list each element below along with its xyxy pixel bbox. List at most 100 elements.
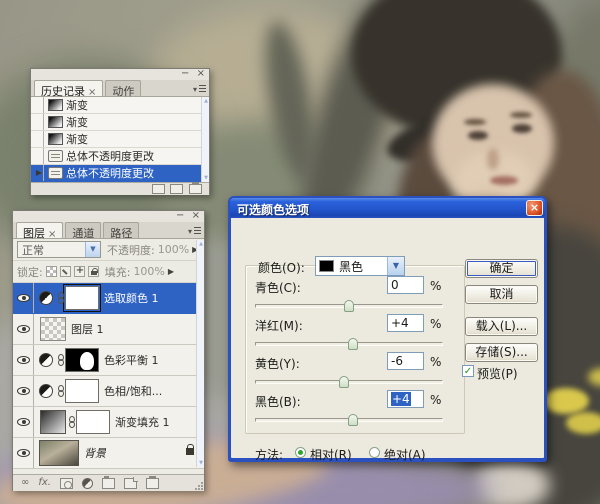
layer-row-color-balance[interactable]: 色彩平衡 1 xyxy=(13,345,204,376)
lock-all-icon[interactable] xyxy=(88,266,99,277)
save-button[interactable]: 存储(S)... xyxy=(465,343,538,362)
adjustment-layer-icon[interactable] xyxy=(39,353,53,367)
history-source-cell[interactable] xyxy=(31,97,44,113)
close-icon[interactable]: × xyxy=(192,210,202,221)
fill-value[interactable]: 100% xyxy=(133,265,164,278)
visibility-cell[interactable] xyxy=(13,376,34,406)
tab-layers[interactable]: 图层× xyxy=(16,222,63,238)
tab-paths[interactable]: 路径 xyxy=(103,222,139,238)
eye-icon[interactable] xyxy=(17,449,30,457)
eye-icon[interactable] xyxy=(17,418,30,426)
layer-row-gradient-fill[interactable]: 渐变填充 1 xyxy=(13,407,204,438)
slider-thumb[interactable] xyxy=(348,338,358,350)
relative-radio-label[interactable]: 相对(R) xyxy=(310,446,352,463)
new-group-icon[interactable] xyxy=(102,478,115,489)
history-source-cell[interactable] xyxy=(31,148,44,164)
tab-channels[interactable]: 通道 xyxy=(65,222,101,238)
link-layers-icon[interactable]: ∞ xyxy=(21,478,29,488)
cancel-button[interactable]: 取消 xyxy=(465,285,538,304)
layer-style-fx-icon[interactable]: fx. xyxy=(38,478,51,488)
panel-menu-icon[interactable]: ▾ xyxy=(188,225,202,236)
lock-position-icon[interactable] xyxy=(74,266,85,277)
magenta-field[interactable]: +4 xyxy=(387,314,424,332)
visibility-cell[interactable] xyxy=(13,283,34,313)
history-row[interactable]: 渐变 xyxy=(31,114,209,131)
layer-row-selective-color[interactable]: 选取颜色 1 xyxy=(13,283,204,314)
chevron-down-icon[interactable]: ▼ xyxy=(387,257,404,275)
visibility-cell[interactable] xyxy=(13,407,34,437)
layers-scrollbar[interactable] xyxy=(196,240,204,467)
close-icon[interactable]: × xyxy=(197,68,207,79)
gradient-fill-thumbnail[interactable] xyxy=(40,410,66,434)
absolute-radio-label[interactable]: 绝对(A) xyxy=(384,446,426,463)
trash-icon[interactable] xyxy=(189,184,202,194)
yellow-slider[interactable] xyxy=(255,380,443,384)
minimize-icon[interactable]: − xyxy=(181,68,191,79)
eye-icon[interactable] xyxy=(17,356,30,364)
tab-history[interactable]: 历史记录× xyxy=(34,80,103,96)
history-row[interactable]: 渐变 xyxy=(31,131,209,148)
layer-thumbnail[interactable] xyxy=(40,317,66,341)
background-thumbnail[interactable] xyxy=(39,440,79,466)
eye-icon[interactable] xyxy=(17,387,30,395)
new-adjustment-layer-icon[interactable] xyxy=(82,478,93,489)
new-layer-icon[interactable] xyxy=(124,478,137,489)
layer-name[interactable]: 色相/饱和... xyxy=(104,383,162,399)
color-select[interactable]: 黑色 ▼ xyxy=(315,256,405,276)
chevron-down-icon[interactable]: ▼ xyxy=(85,242,100,257)
layer-mask-thumbnail[interactable] xyxy=(76,410,110,434)
eye-icon[interactable] xyxy=(17,294,30,302)
ok-button[interactable]: 确定 xyxy=(465,259,538,278)
panel-window-buttons[interactable]: − × xyxy=(176,210,202,221)
visibility-cell[interactable] xyxy=(13,345,34,375)
layer-mask-thumbnail[interactable] xyxy=(65,379,99,403)
load-button[interactable]: 载入(L)... xyxy=(465,317,538,336)
panel-window-buttons[interactable]: − × xyxy=(181,68,207,79)
resize-grip[interactable] xyxy=(194,481,203,490)
layer-name[interactable]: 图层 1 xyxy=(71,321,104,337)
layer-mask-thumbnail[interactable] xyxy=(65,348,99,372)
preview-checkbox[interactable]: ✓ xyxy=(462,365,474,377)
history-source-cell[interactable] xyxy=(31,131,44,147)
absolute-radio[interactable] xyxy=(369,447,380,458)
add-layer-mask-icon[interactable] xyxy=(60,478,73,489)
adjustment-layer-icon[interactable] xyxy=(39,384,53,398)
black-field[interactable]: +4 xyxy=(387,390,424,408)
black-slider[interactable] xyxy=(255,418,443,422)
cyan-slider[interactable] xyxy=(255,304,443,308)
lock-transparency-icon[interactable] xyxy=(46,266,57,277)
preview-label[interactable]: 预览(P) xyxy=(477,365,518,382)
history-source-cell[interactable] xyxy=(31,114,44,130)
new-snapshot-icon[interactable] xyxy=(170,184,183,194)
yellow-field[interactable]: -6 xyxy=(387,352,424,370)
history-row[interactable]: 总体不透明度更改 xyxy=(31,148,209,165)
fill-flyout-icon[interactable]: ▶ xyxy=(168,267,174,276)
adjustment-layer-icon[interactable] xyxy=(39,291,53,305)
slider-thumb[interactable] xyxy=(348,414,358,426)
layer-row-layer1[interactable]: 图层 1 xyxy=(13,314,204,345)
layer-mask-thumbnail[interactable] xyxy=(65,286,99,310)
history-row-selected[interactable]: 总体不透明度更改 xyxy=(31,165,209,182)
eye-icon[interactable] xyxy=(17,325,30,333)
slider-thumb[interactable] xyxy=(339,376,349,388)
tab-actions[interactable]: 动作 xyxy=(105,80,141,96)
slider-thumb[interactable] xyxy=(344,300,354,312)
layer-name[interactable]: 选取颜色 1 xyxy=(104,290,159,306)
layer-row-background[interactable]: 背景 xyxy=(13,438,204,469)
trash-icon[interactable] xyxy=(146,478,159,489)
panel-menu-icon[interactable]: ▾ xyxy=(193,83,207,94)
new-document-from-state-icon[interactable] xyxy=(152,184,165,194)
layer-name[interactable]: 渐变填充 1 xyxy=(115,414,170,430)
dialog-titlebar[interactable]: 可选颜色选项 × xyxy=(230,198,545,218)
magenta-slider[interactable] xyxy=(255,342,443,346)
history-row[interactable]: 渐变 xyxy=(31,97,209,114)
tab-close-icon[interactable]: × xyxy=(48,229,56,240)
opacity-value[interactable]: 100% xyxy=(158,243,189,256)
minimize-icon[interactable]: − xyxy=(176,210,186,221)
history-source-cell[interactable] xyxy=(31,165,44,181)
lock-paint-icon[interactable] xyxy=(60,266,71,277)
cyan-field[interactable]: 0 xyxy=(387,276,424,294)
layer-name[interactable]: 背景 xyxy=(84,445,106,461)
visibility-cell[interactable] xyxy=(13,438,34,468)
close-icon[interactable]: × xyxy=(526,200,543,216)
